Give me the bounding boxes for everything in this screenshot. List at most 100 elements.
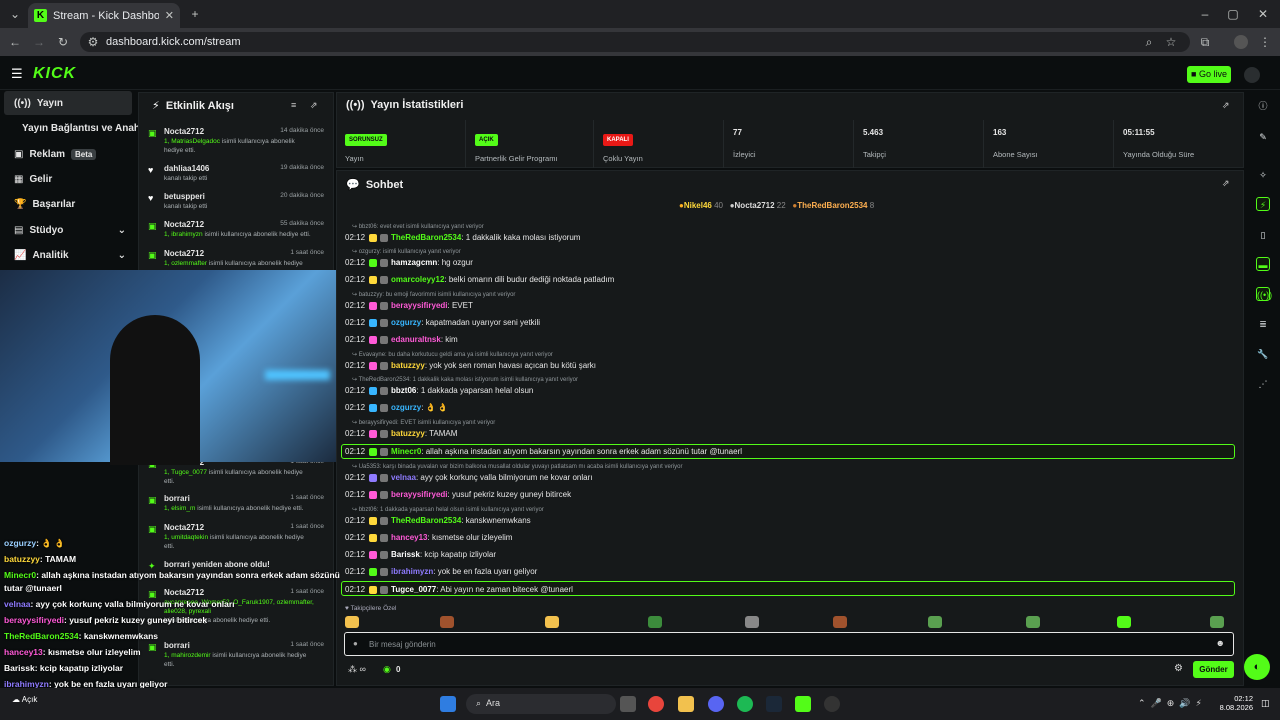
spotify-icon[interactable]	[737, 696, 753, 712]
sidebar-item-studyo[interactable]: ▤ Stüdyo ⌄	[4, 218, 132, 242]
chat-username[interactable]: omarcoleyy12	[391, 275, 444, 284]
chat-username[interactable]: TheRedBaron2534	[391, 233, 461, 242]
emoji-icon[interactable]: ☻	[1216, 638, 1225, 648]
queue-icon[interactable]: ≣	[1256, 317, 1270, 331]
browser-tab[interactable]: K Stream - Kick Dashboard ✕	[28, 3, 180, 28]
chat-message[interactable]: 02:12 bbzt06: 1 dakkada yaparsan helal ol…	[345, 386, 533, 395]
emote-icon[interactable]	[928, 616, 942, 628]
popout-icon[interactable]: ⇗	[1222, 100, 1230, 111]
chat-message[interactable]: 02:12 Barissk: kcip kapatıp izliyolar	[345, 550, 496, 559]
chat-message[interactable]: 02:12 ozgurzy: kapatmadan uyarıyor seni y…	[345, 318, 540, 327]
chat-username[interactable]: batuzzyy	[391, 429, 425, 438]
wrench-icon[interactable]: 🔧	[1256, 347, 1270, 361]
maximize-icon[interactable]: ▢	[1224, 4, 1242, 24]
profile-avatar[interactable]	[1234, 35, 1248, 49]
chat-username[interactable]: bbzt06	[391, 386, 416, 395]
info-icon[interactable]: ⓘ	[1256, 99, 1270, 113]
emote-icon[interactable]	[648, 616, 662, 628]
kick-app-icon[interactable]	[795, 696, 811, 712]
chat-message[interactable]: 02:12 omarcoleyy12: belki omarın dili bud…	[345, 275, 614, 284]
chat-message[interactable]: 02:12 berayysifiryedi: yusuf pekriz kuzey…	[345, 490, 571, 499]
chrome-taskbar-icon[interactable]	[648, 696, 664, 712]
start-icon[interactable]	[440, 696, 456, 712]
chat-message[interactable]: 02:12 TheRedBaron2534: kanskwnemwkans	[345, 516, 531, 525]
notification-icon[interactable]: ◫	[1261, 698, 1270, 709]
chat-username[interactable]: Barissk	[391, 550, 420, 559]
chat-message[interactable]: 02:12 batuzzyy: TAMAM	[345, 429, 457, 438]
chat-username[interactable]: TheRedBaron2534	[391, 516, 461, 525]
emote-icon[interactable]	[833, 616, 847, 628]
reload-icon[interactable]: ↻	[54, 32, 72, 52]
chat-username[interactable]: ozgurzy	[391, 318, 421, 327]
extensions-icon[interactable]: ⧉	[1196, 32, 1214, 52]
close-tab-icon[interactable]: ✕	[165, 9, 174, 22]
filter-icon[interactable]: ≡	[291, 100, 296, 110]
chat-message[interactable]: 02:12 velnaa: ayy çok korkunç valla bilmi…	[345, 473, 592, 482]
back-icon[interactable]: ←	[6, 32, 24, 52]
send-button[interactable]: Gönder	[1193, 661, 1234, 678]
chat-username[interactable]: hancey13	[391, 533, 427, 542]
emote-icon[interactable]	[1117, 616, 1131, 628]
sidebar-item-stream-key[interactable]: Yayın Bağlantısı ve Anahtarı	[4, 116, 156, 140]
kick-logo[interactable]: KICK	[33, 65, 76, 83]
emote-picker-icon[interactable]: ●	[353, 639, 358, 648]
tab-search-icon[interactable]: ⌄	[6, 4, 24, 24]
browser-menu-icon[interactable]: ⋮	[1256, 32, 1274, 52]
obs-icon[interactable]	[824, 696, 840, 712]
chat-username[interactable]: Minecr0	[391, 447, 421, 456]
chat-modes-icon[interactable]: ⁂ ∞	[348, 664, 366, 675]
clock[interactable]: 02:12 8.08.2026	[1220, 694, 1253, 712]
new-tab-icon[interactable]: +	[186, 4, 204, 24]
chat-message[interactable]: 02:12 Tugce_0077: Abi yayın ne zaman bite…	[345, 585, 573, 594]
chat-username[interactable]: batuzzyy	[391, 361, 425, 370]
chat-username[interactable]: berayysifiryedi	[391, 301, 447, 310]
emote-icon[interactable]	[545, 616, 559, 628]
notes-icon[interactable]: ▯	[1256, 228, 1270, 242]
bookmark-star-icon[interactable]: ☆	[1162, 32, 1180, 52]
edit-icon[interactable]: ✎	[1256, 130, 1270, 144]
chat-input[interactable]: ● Bir mesaj gönderin ☻	[344, 632, 1234, 656]
chat-message[interactable]: 02:12 berayysifiryedi: EVET	[345, 301, 473, 310]
activity-toggle-icon[interactable]: ⚡	[1256, 197, 1270, 211]
chat-username[interactable]: ibrahimyzn	[391, 567, 433, 576]
chat-username[interactable]: velnaa	[391, 473, 416, 482]
chat-message[interactable]: 02:12 batuzzyy: yok yok sen roman havası …	[345, 361, 596, 370]
chat-message[interactable]: 02:12 TheRedBaron2534: 1 dakkalik kaka mo…	[345, 233, 580, 242]
chat-message[interactable]: 02:12 hancey13: kısmetse olur izleyelim	[345, 533, 512, 542]
sidebar-item-basarilar[interactable]: 🏆 Başarılar	[4, 192, 132, 216]
zoom-icon[interactable]: ⌕	[1140, 32, 1158, 52]
chat-username[interactable]: ozgurzy	[391, 403, 421, 412]
mod-tools-icon[interactable]: ✧	[1256, 168, 1270, 182]
emote-icon[interactable]	[440, 616, 454, 628]
stream-toggle-icon[interactable]: ((•))	[1256, 287, 1272, 301]
chat-toggle-icon[interactable]: ▬	[1256, 257, 1270, 271]
chat-username[interactable]: hamzagcmn	[391, 258, 437, 267]
sidebar-item-gelir[interactable]: ▦ Gelir	[4, 167, 132, 191]
sidebar-item-yayin[interactable]: ((•)) Yayın	[4, 91, 132, 115]
chat-username[interactable]: Tugce_0077	[391, 585, 436, 594]
file-explorer-icon[interactable]	[678, 696, 694, 712]
system-tray[interactable]: ⌃ 🎤 ⊕ 🔊 ⚡	[1138, 698, 1202, 709]
url-input[interactable]: dashboard.kick.com/stream	[80, 32, 1190, 52]
forward-icon[interactable]: →	[30, 32, 48, 52]
emote-icon[interactable]	[1210, 616, 1224, 628]
hamburger-menu-icon[interactable]: ☰	[11, 66, 23, 82]
emote-icon[interactable]	[345, 616, 359, 628]
share-icon[interactable]: ⋰	[1256, 377, 1270, 391]
close-window-icon[interactable]: ✕	[1254, 4, 1272, 24]
taskbar-search[interactable]: ⌕ Ara	[466, 694, 616, 714]
sidebar-item-analitik[interactable]: 📈 Analitik ⌄	[4, 243, 132, 267]
task-view-icon[interactable]	[620, 696, 636, 712]
steam-icon[interactable]	[766, 696, 782, 712]
chat-message[interactable]: 02:12 hamzagcmn: hg ozgur	[345, 258, 473, 267]
minimize-icon[interactable]: –	[1196, 4, 1214, 24]
quick-chat-fab[interactable]: ◐	[1244, 654, 1270, 680]
chat-message[interactable]: 02:12 ozgurzy: 👌 👌	[345, 403, 448, 412]
user-avatar[interactable]	[1244, 67, 1260, 83]
emote-icon[interactable]	[745, 616, 759, 628]
chat-username[interactable]: berayysifiryedi	[391, 490, 447, 499]
discord-icon[interactable]	[708, 696, 724, 712]
chat-username[interactable]: edanuraltnsk	[391, 335, 441, 344]
site-info-icon[interactable]: ⚙	[84, 32, 102, 52]
chat-settings-gear-icon[interactable]: ⚙	[1174, 663, 1183, 674]
